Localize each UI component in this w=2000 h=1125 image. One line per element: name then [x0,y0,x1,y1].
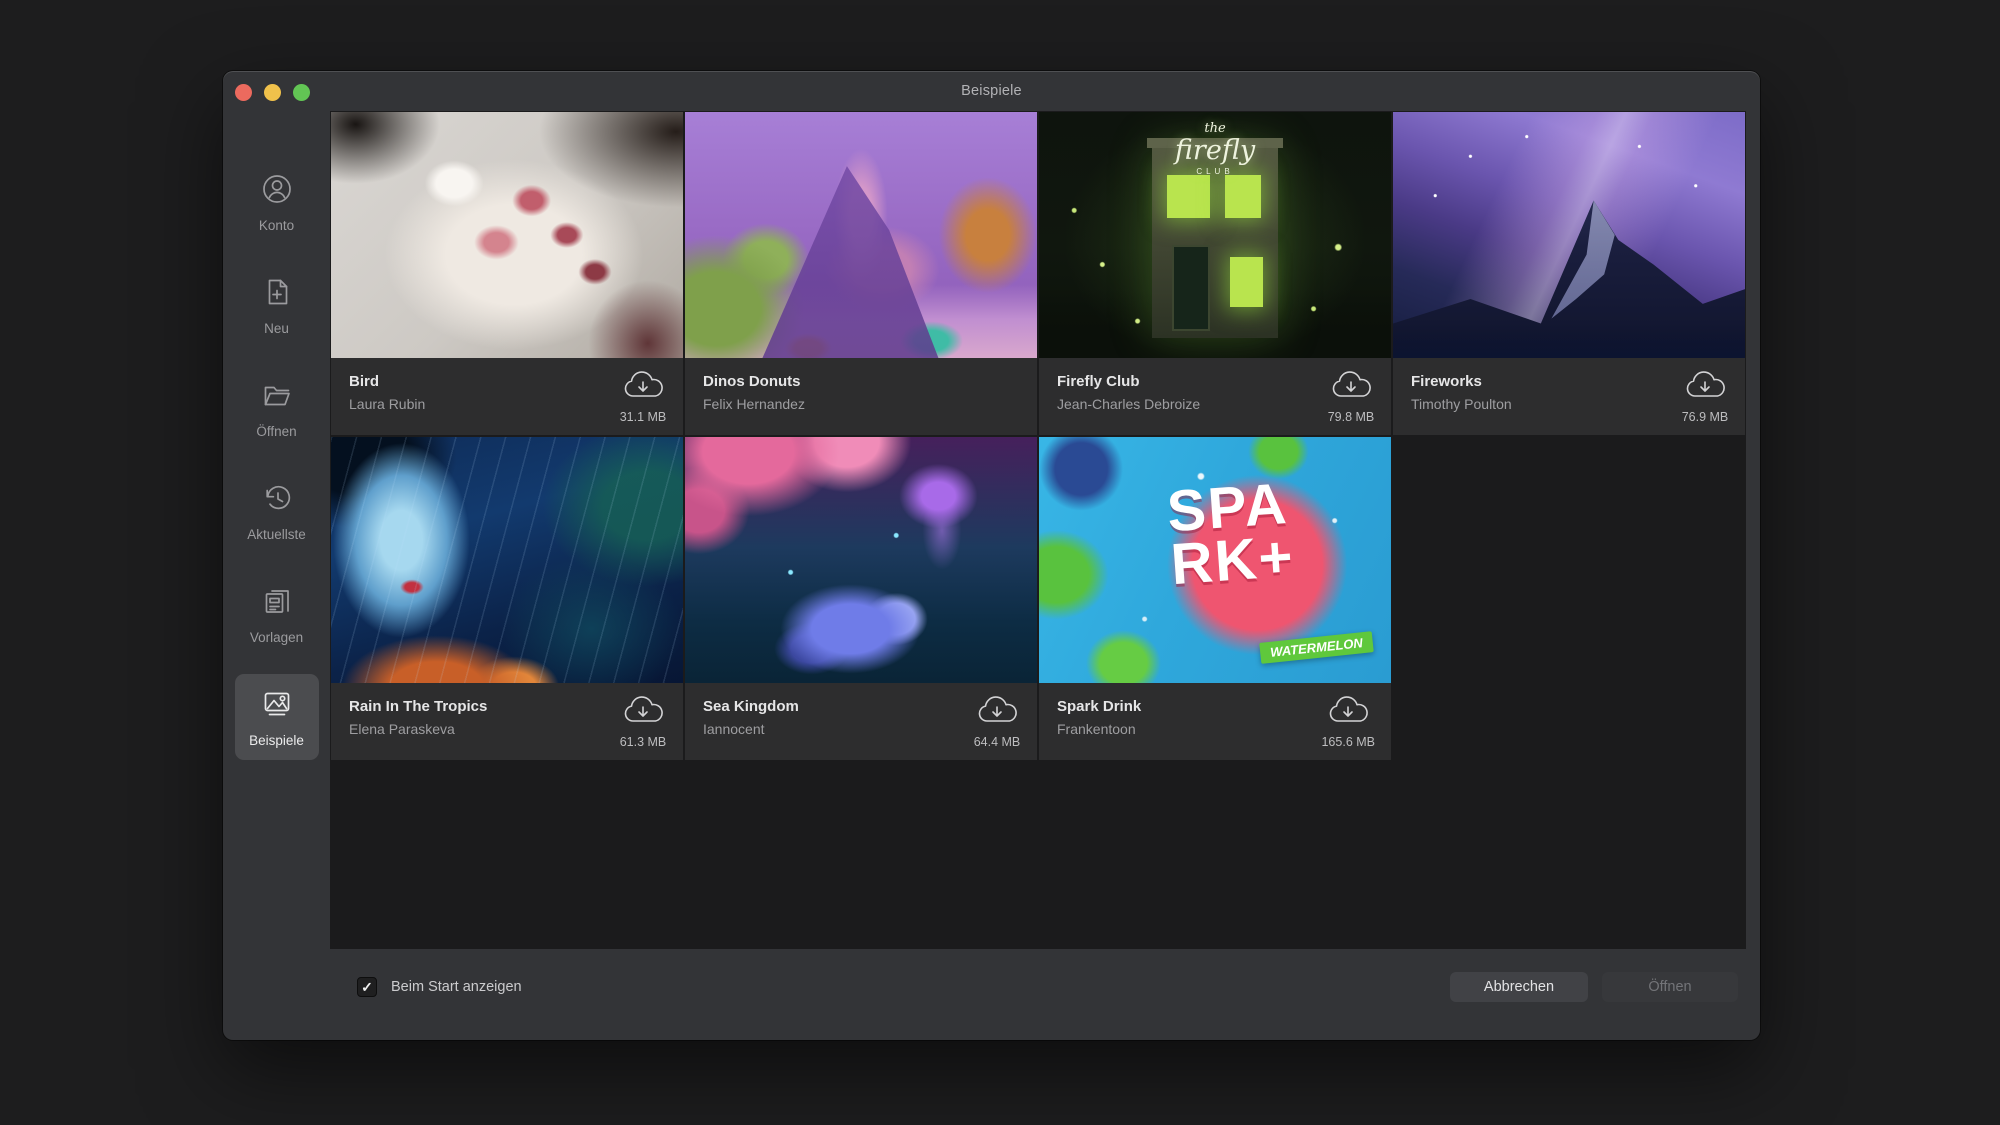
sample-size: 165.6 MB [1321,735,1375,749]
show-at-startup-label: Beim Start anzeigen [391,979,522,995]
dinos-donuts-thumbnail [685,112,1037,358]
sample-author: Iannocent [703,721,799,737]
sidebar-item-aktuellste[interactable]: Aktuellste [235,468,319,554]
sample-card-sea-kingdom[interactable]: Sea Kingdom Iannocent 64.4 MB [685,437,1037,760]
sample-title: Spark Drink [1057,698,1141,715]
cloud-download-icon[interactable] [973,695,1021,733]
templates-icon [260,584,294,623]
sidebar-item-neu[interactable]: Neu [235,262,319,348]
fireworks-thumbnail [1393,112,1745,358]
sample-title: Rain In The Tropics [349,698,487,715]
sample-title: Sea Kingdom [703,698,799,715]
sample-title: Fireworks [1411,373,1512,390]
cloud-download-icon[interactable] [1324,695,1372,733]
sample-card-rain-in-the-tropics[interactable]: Rain In The Tropics Elena Paraskeva 61.3… [331,437,683,760]
sample-size: 76.9 MB [1682,410,1729,424]
cloud-download-icon[interactable] [619,370,667,408]
sidebar: Konto Neu Öffnen Aktuellste Vorlagen [223,111,330,1040]
bird-thumbnail [331,112,683,358]
sidebar-item-label: Vorlagen [250,630,303,645]
new-document-icon [260,275,294,314]
sample-title: Bird [349,373,425,390]
sample-title: Dinos Donuts [703,373,805,390]
sample-author: Frankentoon [1057,721,1141,737]
samples-grid: Bird Laura Rubin 31.1 MB [331,112,1745,760]
sample-title: Firefly Club [1057,373,1200,390]
firefly-club-thumbnail: the firefly CLUB [1039,112,1391,358]
account-icon [260,172,294,211]
sidebar-item-label: Neu [264,321,289,336]
sample-size: 64.4 MB [974,735,1021,749]
cancel-button[interactable]: Abbrechen [1450,972,1588,1002]
open-folder-icon [260,378,294,417]
titlebar[interactable]: Beispiele [223,71,1760,111]
sidebar-item-label: Aktuellste [247,527,306,542]
sea-kingdom-thumbnail [685,437,1037,683]
window-title: Beispiele [223,71,1760,111]
spark-can-text: SPA RK+ [1166,477,1297,592]
sidebar-item-konto[interactable]: Konto [235,159,319,245]
sidebar-item-oeffnen[interactable]: Öffnen [235,365,319,451]
spark-drink-thumbnail: SPA RK+ WATERMELON [1039,437,1391,683]
sample-card-fireworks[interactable]: Fireworks Timothy Poulton 76.9 MB [1393,112,1745,435]
sample-size: 31.1 MB [620,410,667,424]
cloud-download-icon[interactable] [1681,370,1729,408]
sample-size: 79.8 MB [1328,410,1375,424]
watermelon-badge-text: WATERMELON [1260,632,1374,665]
show-at-startup-checkbox[interactable] [357,977,377,997]
firefly-sign-text: the firefly CLUB [1039,122,1391,176]
sample-card-spark-drink[interactable]: SPA RK+ WATERMELON Spark Drink Frankento… [1039,437,1391,760]
sidebar-item-beispiele[interactable]: Beispiele [235,674,319,760]
sample-size: 61.3 MB [620,735,667,749]
sidebar-item-label: Beispiele [249,733,304,748]
cloud-download-icon[interactable] [1327,370,1375,408]
sample-author: Felix Hernandez [703,396,805,412]
open-button[interactable]: Öffnen [1602,972,1738,1002]
cloud-download-icon[interactable] [619,695,667,733]
sample-card-dinos-donuts[interactable]: Dinos Donuts Felix Hernandez [685,112,1037,435]
samples-gallery: Bird Laura Rubin 31.1 MB [330,111,1746,949]
sample-author: Timothy Poulton [1411,396,1512,412]
samples-image-icon [260,687,294,726]
sample-author: Jean-Charles Debroize [1057,396,1200,412]
sample-card-firefly-club[interactable]: the firefly CLUB Firefly Club Jean-Charl… [1039,112,1391,435]
sidebar-item-vorlagen[interactable]: Vorlagen [235,571,319,657]
recent-history-icon [260,481,294,520]
sample-author: Laura Rubin [349,396,425,412]
sample-author: Elena Paraskeva [349,721,487,737]
sidebar-item-label: Öffnen [256,424,296,439]
samples-dialog-window: Beispiele Konto Neu Öffnen Aktuellste [223,71,1760,1040]
dialog-footer: Beim Start anzeigen Abbrechen Öffnen [223,949,1760,1040]
rain-in-the-tropics-thumbnail [331,437,683,683]
sample-card-bird[interactable]: Bird Laura Rubin 31.1 MB [331,112,683,435]
sidebar-item-label: Konto [259,218,294,233]
